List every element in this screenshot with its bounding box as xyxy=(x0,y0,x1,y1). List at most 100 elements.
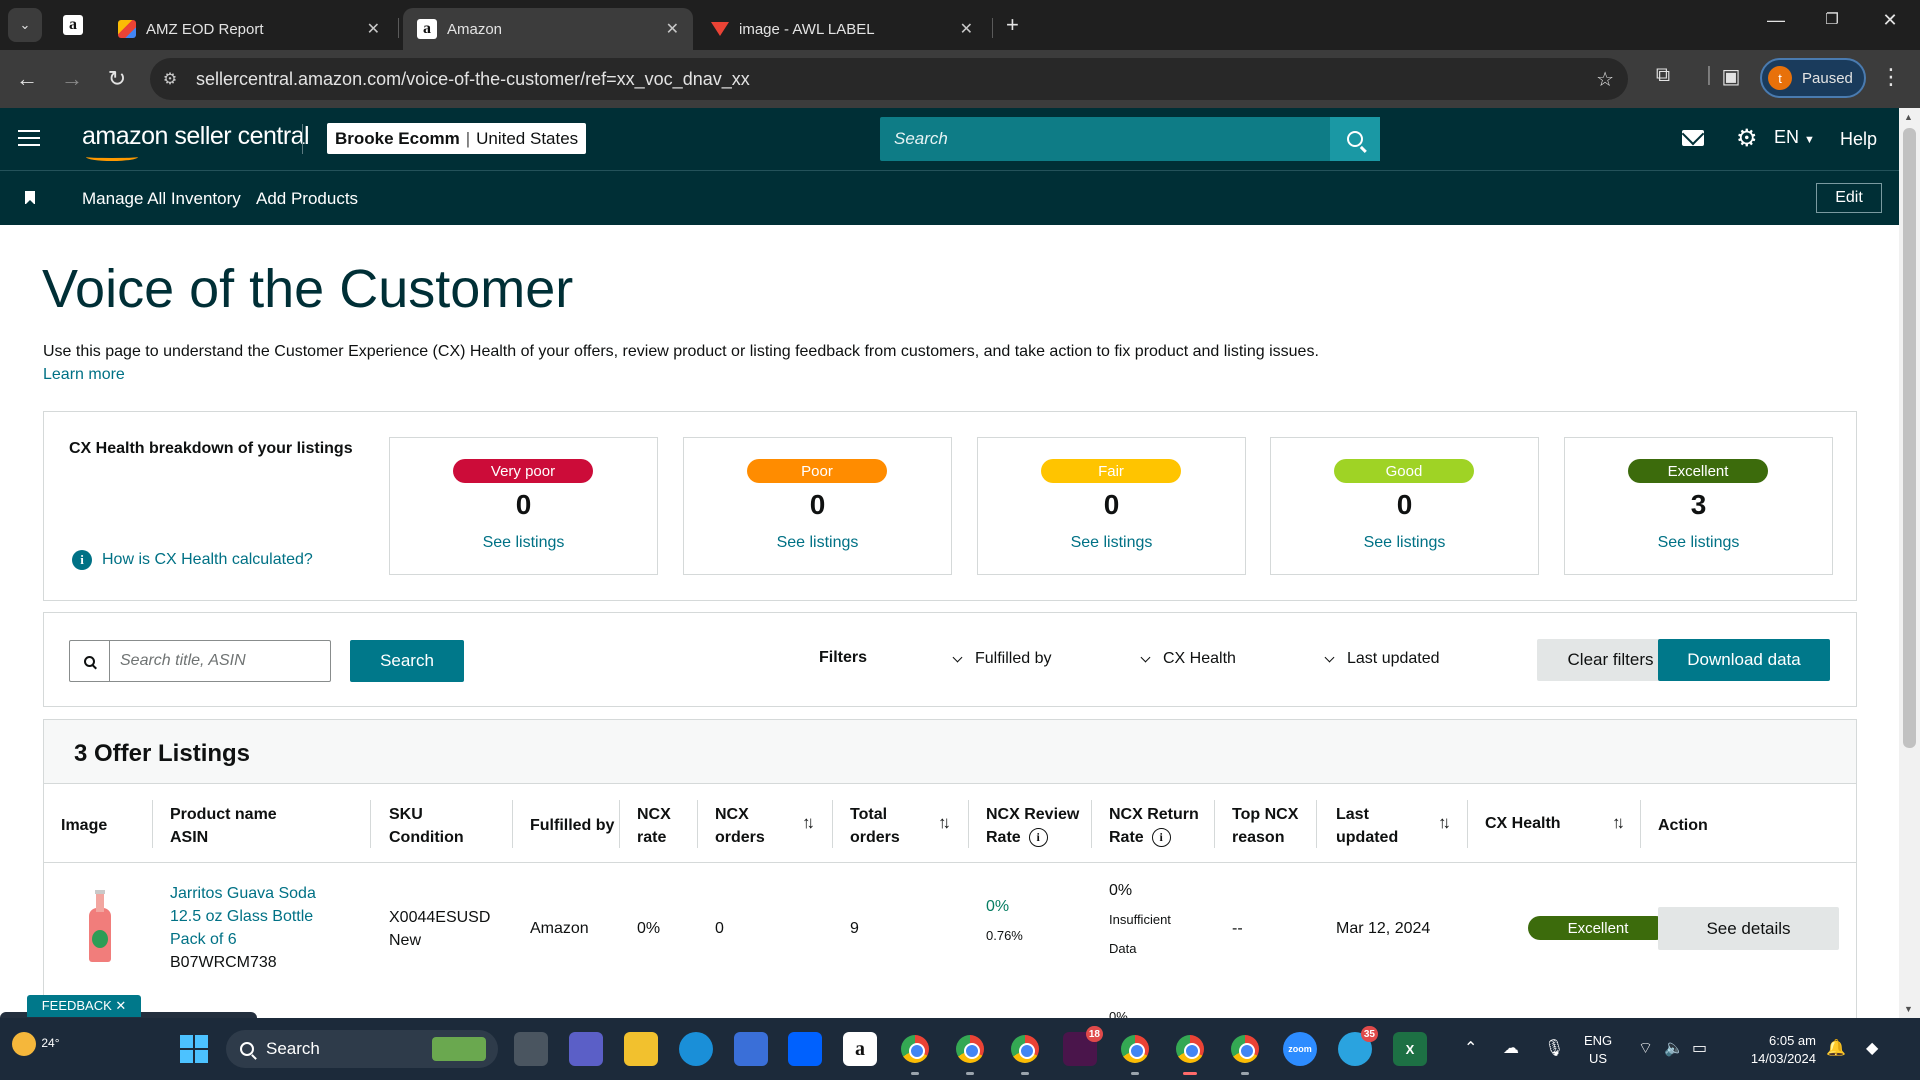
excel-icon[interactable]: X xyxy=(1393,1032,1427,1066)
dropbox-icon[interactable] xyxy=(788,1032,822,1066)
microphone-icon[interactable]: 🎙 xyxy=(1544,1038,1564,1058)
see-listings-link[interactable]: See listings xyxy=(684,534,951,552)
product-thumbnail[interactable] xyxy=(89,890,111,962)
sort-icon[interactable]: ↑↓ xyxy=(802,813,815,833)
weather-widget[interactable]: 24° xyxy=(12,1032,60,1056)
chrome-active-icon[interactable] xyxy=(1173,1032,1207,1075)
address-bar[interactable]: ⚙ sellercentral.amazon.com/voice-of-the-… xyxy=(150,58,1628,100)
chrome-profile-icon[interactable] xyxy=(898,1032,932,1075)
header-search-input[interactable] xyxy=(880,117,1330,161)
feedback-button[interactable]: FEEDBACK ✕ xyxy=(27,995,141,1017)
extensions-puzzle-icon[interactable]: ⧉ xyxy=(1648,64,1678,87)
chrome-profile-icon[interactable] xyxy=(953,1032,987,1075)
minimize-icon[interactable]: — xyxy=(1756,10,1796,31)
taskbar-search[interactable]: Search xyxy=(226,1030,498,1068)
copilot-icon[interactable]: ◆ xyxy=(1866,1038,1878,1058)
search-button[interactable]: Search xyxy=(350,640,464,682)
bookmark-star-icon[interactable]: ☆ xyxy=(1596,67,1614,92)
page-scrollbar[interactable]: ▲ ▼ xyxy=(1899,108,1920,1018)
slack-icon[interactable]: 18 xyxy=(1063,1026,1103,1066)
pinned-tab-amazon[interactable]: a xyxy=(58,10,88,40)
start-windows-icon[interactable] xyxy=(180,1035,208,1063)
close-icon[interactable]: ✕ xyxy=(367,19,380,39)
sort-icon[interactable]: ↑↓ xyxy=(938,813,951,833)
cx-health-dropdown[interactable]: CX Health xyxy=(1140,650,1236,668)
language-selector[interactable]: EN ▼ xyxy=(1774,127,1815,148)
window-close-icon[interactable]: ✕ xyxy=(1870,10,1910,31)
see-listings-link[interactable]: See listings xyxy=(1565,534,1832,552)
nav-link-manage-all-inventory[interactable]: Manage All Inventory xyxy=(82,189,241,209)
running-indicator xyxy=(1131,1072,1139,1075)
download-data-button[interactable]: Download data xyxy=(1658,639,1830,681)
cx-badge-very-poor: Very poor xyxy=(453,459,593,483)
tab-image-awl-label[interactable]: image - AWL LABEL ✕ xyxy=(697,8,987,50)
close-icon[interactable]: ✕ xyxy=(666,19,679,39)
see-details-button[interactable]: See details xyxy=(1658,907,1839,950)
sort-icon[interactable]: ↑↓ xyxy=(1612,813,1625,833)
sort-icon[interactable]: ↑↓ xyxy=(1438,813,1451,833)
chrome-profile-icon[interactable] xyxy=(1008,1032,1042,1075)
store-icon[interactable] xyxy=(734,1032,768,1066)
forward-arrow-icon[interactable]: → xyxy=(55,62,89,96)
chrome-profile-icon[interactable] xyxy=(1228,1032,1262,1075)
restore-icon[interactable]: ❐ xyxy=(1812,10,1852,28)
side-panel-icon[interactable]: ▣ xyxy=(1716,64,1746,89)
product-name-link[interactable]: Jarritos Guava Soda xyxy=(170,882,316,905)
help-link[interactable]: Help xyxy=(1840,129,1877,150)
scroll-up-icon[interactable]: ▲ xyxy=(1904,112,1913,122)
chrome-profile-icon[interactable] xyxy=(1118,1032,1152,1075)
account-switcher[interactable]: Brooke Ecomm | United States xyxy=(327,123,587,154)
product-name-link[interactable]: 12.5 oz Glass Bottle xyxy=(170,905,316,928)
tab-search-button[interactable]: ⌄ xyxy=(8,8,42,42)
profile-button[interactable]: t Paused xyxy=(1760,58,1866,98)
scroll-down-icon[interactable]: ▼ xyxy=(1904,1004,1913,1014)
fulfilled-by-dropdown[interactable]: Fulfilled by xyxy=(952,650,1051,668)
onedrive-icon[interactable]: ☁ xyxy=(1503,1038,1519,1058)
amazon-app-icon[interactable]: a xyxy=(843,1032,877,1066)
see-listings-link[interactable]: See listings xyxy=(1271,534,1538,552)
edge-icon[interactable] xyxy=(679,1032,713,1066)
back-arrow-icon[interactable]: ← xyxy=(10,62,44,96)
wifi-icon[interactable]: ⌔ xyxy=(1638,1038,1653,1058)
telegram-icon[interactable]: 35 xyxy=(1338,1026,1378,1066)
info-icon[interactable]: i xyxy=(1151,828,1171,848)
info-icon[interactable]: i xyxy=(1028,828,1048,848)
mail-icon[interactable] xyxy=(1682,130,1704,146)
zoom-icon[interactable]: zoom xyxy=(1283,1032,1317,1066)
tab-amz-eod-report[interactable]: AMZ EOD Report ✕ xyxy=(104,8,394,50)
battery-icon[interactable]: ▭ xyxy=(1692,1038,1707,1058)
task-view-icon[interactable] xyxy=(514,1032,548,1066)
seller-central-logo[interactable]: amazon seller central xyxy=(82,122,310,161)
tab-amazon[interactable]: a Amazon ✕ xyxy=(403,8,693,50)
column-divider xyxy=(1467,800,1468,848)
amazon-favicon-icon: a xyxy=(417,19,437,39)
file-explorer-icon[interactable] xyxy=(624,1032,658,1066)
language-indicator[interactable]: ENG US xyxy=(1584,1032,1612,1068)
see-listings-link[interactable]: See listings xyxy=(390,534,657,552)
site-info-icon[interactable]: ⚙ xyxy=(150,69,190,89)
listing-search-input[interactable] xyxy=(110,652,310,670)
header-search-button[interactable] xyxy=(1330,117,1380,161)
cx-health-how-link[interactable]: i How is CX Health calculated? xyxy=(72,550,313,570)
browser-menu-icon[interactable]: ⋮ xyxy=(1880,64,1902,90)
learn-more-link[interactable]: Learn more xyxy=(43,366,125,384)
new-tab-plus-icon[interactable]: + xyxy=(1006,12,1019,38)
hamburger-menu-icon[interactable] xyxy=(18,130,40,146)
clock[interactable]: 6:05 am 14/03/2024 xyxy=(1736,1032,1816,1068)
scroll-thumb[interactable] xyxy=(1903,128,1916,748)
col-header-cx-health: CX Health xyxy=(1485,815,1561,832)
last-updated-dropdown[interactable]: Last updated xyxy=(1324,650,1440,668)
product-name-link[interactable]: Pack of 6 xyxy=(170,928,316,951)
see-listings-link[interactable]: See listings xyxy=(978,534,1245,552)
notification-bell-icon[interactable]: 🔔 xyxy=(1826,1038,1846,1058)
close-icon[interactable]: ✕ xyxy=(960,19,973,39)
teams-icon[interactable] xyxy=(569,1032,603,1066)
volume-icon[interactable]: 🔈 xyxy=(1664,1038,1684,1058)
clock-date: 14/03/2024 xyxy=(1750,1051,1816,1066)
settings-gear-icon[interactable]: ⚙ xyxy=(1736,124,1758,153)
edit-bookmarks-button[interactable]: Edit xyxy=(1816,183,1882,213)
nav-link-add-products[interactable]: Add Products xyxy=(256,189,358,209)
reload-icon[interactable]: ↻ xyxy=(100,62,134,96)
bookmark-icon[interactable] xyxy=(25,191,35,205)
tray-overflow-icon[interactable]: ⌃ xyxy=(1464,1038,1477,1058)
